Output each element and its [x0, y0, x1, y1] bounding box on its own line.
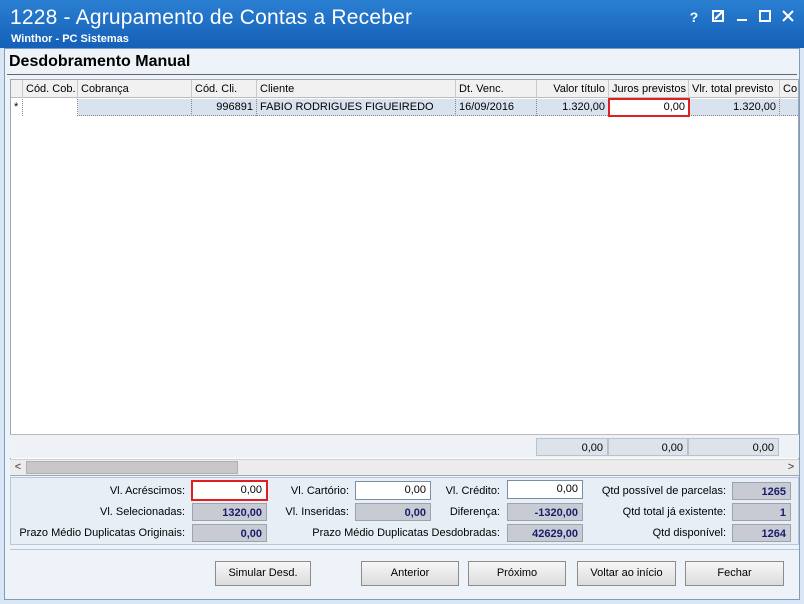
- window-title: 1228 - Agrupamento de Contas a Receber: [10, 6, 413, 29]
- prazo-originais-label: Prazo Médio Duplicatas Originais:: [19, 527, 185, 539]
- qtd-disponivel-value: 1264: [732, 524, 791, 542]
- qtd-total-value: 1: [732, 503, 791, 521]
- total-valor-titulo: 0,00: [536, 438, 608, 456]
- close-icon[interactable]: [778, 9, 798, 25]
- cell-co[interactable]: [780, 99, 798, 116]
- vl-inseridas-label: Vl. Inseridas:: [285, 506, 349, 518]
- header-vlr-total-previsto[interactable]: Vlr. total previsto: [689, 80, 780, 98]
- row-marker: *: [11, 99, 23, 116]
- prazo-originais-value: 0,00: [192, 524, 267, 542]
- help-icon[interactable]: ?: [684, 9, 704, 25]
- vl-selecionadas-value: 1320,00: [192, 503, 267, 521]
- prazo-desdobradas-value: 42629,00: [507, 524, 583, 542]
- panel-title: Desdobramento Manual: [9, 53, 191, 70]
- cell-dt-venc[interactable]: 16/09/2016: [456, 99, 537, 116]
- qtd-disponivel-label: Qtd disponível:: [652, 527, 726, 539]
- edit-icon[interactable]: [708, 9, 728, 25]
- vl-credito-label: Vl. Crédito:: [445, 485, 500, 497]
- cell-vlr-total-previsto[interactable]: 1.320,00: [689, 99, 780, 116]
- proximo-button[interactable]: Próximo: [468, 561, 566, 586]
- simular-desd-button[interactable]: Simular Desd.: [215, 561, 311, 586]
- table-row[interactable]: * 996891 FABIO RODRIGUES FIGUEIREDO 16/0…: [11, 98, 798, 117]
- button-bar: Simular Desd. Anterior Próximo Voltar ao…: [10, 549, 799, 595]
- scroll-thumb[interactable]: [26, 461, 238, 474]
- qtd-possivel-value: 1265: [732, 482, 791, 500]
- scroll-left-icon[interactable]: <: [10, 460, 26, 475]
- vl-cartorio-label: Vl. Cartório:: [290, 485, 349, 497]
- vl-credito-input[interactable]: 0,00: [507, 480, 583, 499]
- vl-inseridas-value: 0,00: [355, 503, 431, 521]
- title-bar: 1228 - Agrupamento de Contas a Receber W…: [0, 0, 804, 48]
- total-vlr-total-previsto: 0,00: [688, 438, 779, 456]
- diferenca-label: Diferença:: [449, 506, 500, 518]
- anterior-button[interactable]: Anterior: [361, 561, 459, 586]
- header-cod-cli[interactable]: Cód. Cli.: [192, 80, 257, 98]
- divider: [7, 74, 797, 75]
- header-cod-cob[interactable]: Cód. Cob.: [23, 80, 78, 98]
- header-valor-titulo[interactable]: Valor título: [537, 80, 609, 98]
- installments-grid[interactable]: Cód. Cob. Cobrança Cód. Cli. Cliente Dt.…: [10, 79, 799, 476]
- header-cliente[interactable]: Cliente: [257, 80, 456, 98]
- header-juros-previstos[interactable]: Juros previstos: [609, 80, 689, 98]
- header-cobranca[interactable]: Cobrança: [78, 80, 192, 98]
- cell-cod-cob[interactable]: [23, 99, 78, 116]
- cell-cod-cli[interactable]: 996891: [192, 99, 257, 116]
- header-dt-venc[interactable]: Dt. Venc.: [456, 80, 537, 98]
- diferenca-value: -1320,00: [507, 503, 583, 521]
- cell-cobranca[interactable]: [78, 99, 192, 116]
- summary-form: Vl. Acréscimos: 0,00 Vl. Cartório: 0,00 …: [10, 477, 799, 545]
- minimize-icon[interactable]: [732, 9, 752, 25]
- header-co[interactable]: Co: [780, 80, 798, 98]
- grid-totals: 0,00 0,00 0,00: [10, 434, 799, 458]
- header-indicator: [11, 80, 23, 98]
- fechar-button[interactable]: Fechar: [685, 561, 784, 586]
- vl-acrescimos-input[interactable]: 0,00: [191, 480, 268, 501]
- grid-header: Cód. Cob. Cobrança Cód. Cli. Cliente Dt.…: [11, 80, 798, 98]
- horizontal-scrollbar[interactable]: < >: [10, 459, 799, 475]
- vl-cartorio-input[interactable]: 0,00: [355, 481, 431, 500]
- qtd-possivel-label: Qtd possível de parcelas:: [601, 485, 726, 497]
- window-subtitle: Winthor - PC Sistemas: [11, 33, 129, 45]
- maximize-icon[interactable]: [755, 9, 775, 25]
- main-frame: Desdobramento Manual Cód. Cob. Cobrança …: [4, 48, 800, 600]
- cell-juros-previstos[interactable]: 0,00: [608, 98, 690, 117]
- voltar-ao-inicio-button[interactable]: Voltar ao início: [577, 561, 676, 586]
- scroll-right-icon[interactable]: >: [783, 460, 799, 475]
- vl-acrescimos-label: Vl. Acréscimos:: [109, 485, 185, 497]
- cell-valor-titulo[interactable]: 1.320,00: [537, 99, 609, 116]
- total-juros-previstos: 0,00: [608, 438, 688, 456]
- vl-selecionadas-label: Vl. Selecionadas:: [100, 506, 185, 518]
- prazo-desdobradas-label: Prazo Médio Duplicatas Desdobradas:: [312, 527, 500, 539]
- qtd-total-label: Qtd total já existente:: [622, 506, 726, 518]
- cell-cliente[interactable]: FABIO RODRIGUES FIGUEIREDO: [257, 99, 456, 116]
